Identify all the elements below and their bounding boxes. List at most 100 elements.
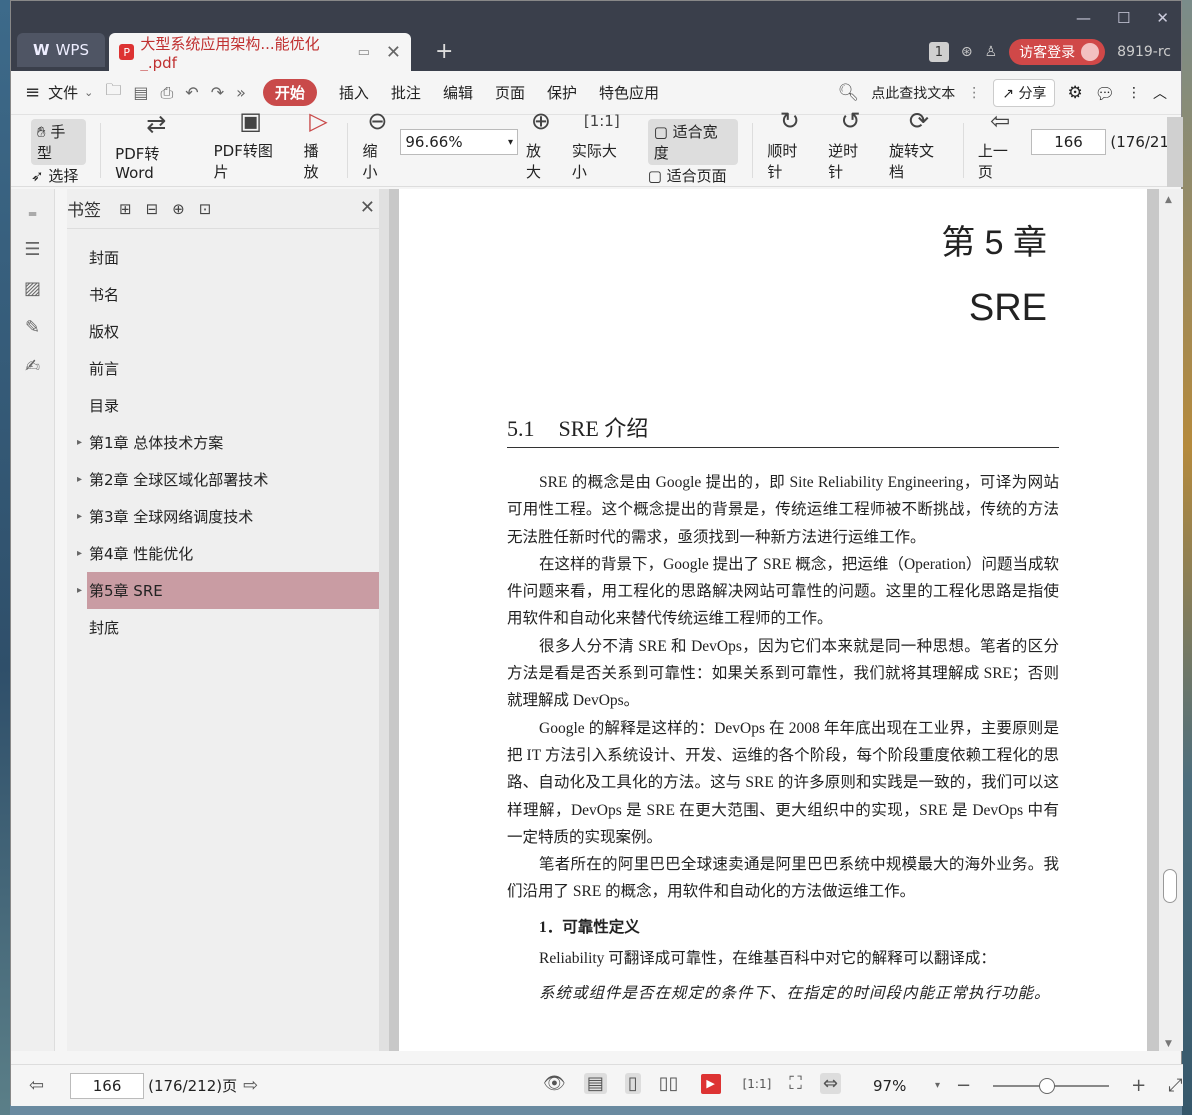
collapse-ribbon-icon[interactable]: ︿ (1153, 83, 1167, 103)
tab-page[interactable]: 页面 (495, 82, 525, 103)
ribbon-scroll-right[interactable] (1167, 117, 1183, 187)
expand-arrow-icon[interactable]: ▸ (77, 474, 82, 485)
settings-circle-icon[interactable]: ⊛ (961, 44, 973, 60)
panel-splitter[interactable] (379, 189, 389, 1051)
rotate-cw-button[interactable]: ↻ 顺时针 (767, 107, 812, 182)
status-page-input[interactable]: 166 (70, 1072, 145, 1099)
expand-arrow-icon[interactable]: ▸ (77, 437, 82, 448)
gear-icon[interactable]: ⚙ (1067, 83, 1082, 103)
close-panel-icon[interactable]: ✕ (360, 197, 375, 218)
scroll-thumb[interactable] (1163, 869, 1177, 903)
monitor-icon[interactable]: ▭ (358, 45, 370, 60)
bookmark-item[interactable]: 目录 (67, 387, 379, 424)
bookmark-item-active[interactable]: ▸ 第5章 SRE (77, 572, 379, 609)
single-page-icon[interactable]: ▯ (624, 1073, 641, 1094)
bookmark-icon[interactable]: ⊡ (199, 200, 212, 218)
scroll-down-icon[interactable]: ▼ (1165, 1039, 1172, 1049)
maximize-icon[interactable]: ☐ (1117, 9, 1130, 27)
eye-icon[interactable]: 👁︎ (543, 1073, 566, 1094)
fit-width-icon[interactable]: ⇔ (819, 1073, 841, 1094)
tab-special[interactable]: 特色应用 (599, 82, 659, 103)
minimize-icon[interactable]: — (1076, 9, 1091, 27)
close-tab-icon[interactable]: ✕ (386, 42, 401, 63)
pdf-to-image-button[interactable]: ▣ PDF转图片 (214, 107, 288, 182)
drag-handle-icon[interactable]: ═ (11, 207, 54, 221)
actual-size-button[interactable]: [1:1] 实际大小 (572, 112, 632, 182)
bookmark-item[interactable]: 书名 (67, 276, 379, 313)
continuous-page-icon[interactable]: ▤ (583, 1073, 607, 1094)
select-tool-button[interactable]: ➶ 选择 (31, 165, 86, 186)
fit-page-icon[interactable]: ⛶ (789, 1073, 802, 1094)
outline-icon[interactable]: ☰ (11, 239, 54, 260)
share-button[interactable]: ↗ 分享 (993, 79, 1056, 107)
search-icon[interactable]: 🔍︎ (838, 83, 860, 103)
tab-wps-home[interactable]: W WPS (17, 33, 105, 67)
bookmark-item[interactable]: 封底 (67, 609, 379, 646)
scroll-up-icon[interactable]: ▲ (1165, 195, 1172, 205)
pdf-to-word-button[interactable]: ⇄ PDF转Word (115, 110, 197, 182)
rotate-doc-button[interactable]: ⟳ 旋转文档 (889, 107, 949, 182)
bookmark-item[interactable]: 前言 (67, 350, 379, 387)
zoom-plus-icon[interactable]: + (1131, 1075, 1146, 1096)
new-tab-button[interactable]: + (435, 39, 453, 64)
actual-size-icon[interactable]: [1:1] (743, 1077, 772, 1091)
play-slideshow-icon[interactable]: ▶ (700, 1073, 721, 1094)
prev-page-icon[interactable]: ⇦ (29, 1075, 44, 1096)
collapse-all-icon[interactable]: ⊟ (146, 200, 159, 218)
bookmark-item[interactable]: ▸ 第2章 全球区域化部署技术 (67, 461, 379, 498)
fullscreen-icon[interactable]: ⤢ (1168, 1075, 1182, 1096)
status-zoom-value[interactable]: 97% (873, 1077, 925, 1095)
bookmark-item[interactable]: 版权 (67, 313, 379, 350)
signature-icon[interactable]: ✍ (11, 356, 54, 377)
fit-width-button[interactable]: ▢ 适合宽度 (647, 119, 739, 165)
add-bookmark-icon[interactable]: ⊕ (172, 200, 185, 218)
expand-arrow-icon[interactable]: ▸ (77, 548, 82, 559)
play-button[interactable]: ▷ 播放 (304, 107, 334, 182)
skin-icon[interactable]: ♙ (985, 44, 998, 60)
vertical-dots-icon[interactable]: ⋮ (967, 85, 981, 101)
open-folder-icon[interactable]: 🗀 (105, 79, 121, 106)
expand-all-icon[interactable]: ⊞ (119, 200, 132, 218)
zoom-select[interactable]: 96.66% ▾ (400, 129, 518, 155)
file-menu[interactable]: 文件 (48, 82, 78, 103)
prev-page-button[interactable]: ⇦ 上一页 (978, 107, 1023, 182)
hamburger-icon[interactable]: ≡ (25, 82, 40, 103)
tab-protect[interactable]: 保护 (547, 82, 577, 103)
zoom-slider[interactable] (993, 1077, 1110, 1094)
guest-login-button[interactable]: 访客登录 (1009, 39, 1106, 65)
expand-arrow-icon[interactable]: ▸ (77, 585, 82, 596)
chevron-down-icon[interactable]: ▾ (935, 1080, 940, 1091)
bookmark-item[interactable]: ▸ 第4章 性能优化 (67, 535, 379, 572)
search-text[interactable]: 点此查找文本 (871, 83, 955, 103)
more-options-icon[interactable]: ⋮ (1127, 85, 1141, 101)
tab-annotate[interactable]: 批注 (391, 82, 421, 103)
hand-tool-button[interactable]: ✋︎ 手型 (31, 119, 87, 165)
tab-insert[interactable]: 插入 (339, 82, 369, 103)
bookmark-item[interactable]: ▸ 第1章 总体技术方案 (67, 424, 379, 461)
tab-edit[interactable]: 编辑 (443, 82, 473, 103)
zoom-out-button[interactable]: ⊖ 缩小 (362, 107, 392, 182)
annotation-icon[interactable]: ✎ (11, 317, 54, 338)
page-number-input[interactable]: 166 (1030, 129, 1107, 155)
undo-icon[interactable]: ↶ (185, 83, 198, 102)
window-count-badge[interactable]: 1 (928, 42, 949, 62)
redo-icon[interactable]: ↷ (211, 83, 224, 102)
fit-page-button[interactable]: ▢ 适合页面 (648, 165, 739, 186)
close-icon[interactable]: ✕ (1156, 9, 1169, 27)
tab-start[interactable]: 开始 (262, 79, 317, 106)
tab-document[interactable]: P 大型系统应用架构...能优化_.pdf ▭ ✕ (109, 33, 411, 72)
zoom-minus-icon[interactable]: − (956, 1075, 971, 1096)
thumbnail-icon[interactable]: ▨ (11, 278, 54, 299)
bookmark-item[interactable]: 封面 (67, 239, 379, 276)
vertical-scrollbar[interactable]: ▲ ▼ (1159, 189, 1183, 1051)
next-page-icon[interactable]: ⇨ (243, 1075, 258, 1096)
chevron-down-icon[interactable]: ⌄ (84, 86, 93, 99)
more-icon[interactable]: » (236, 83, 246, 102)
expand-arrow-icon[interactable]: ▸ (77, 511, 82, 522)
comment-icon[interactable]: 💬︎ (1095, 84, 1115, 103)
print-icon[interactable]: ⎙ (160, 83, 173, 103)
document-view[interactable]: 第 5 章 SRE 5.1 SRE 介绍 SRE 的概念是由 Google 提出的… (389, 189, 1159, 1051)
rotate-ccw-button[interactable]: ↺ 逆时针 (828, 107, 873, 182)
bookmark-item[interactable]: ▸ 第3章 全球网络调度技术 (67, 498, 379, 535)
zoom-in-button[interactable]: ⊕ 放大 (526, 107, 556, 182)
